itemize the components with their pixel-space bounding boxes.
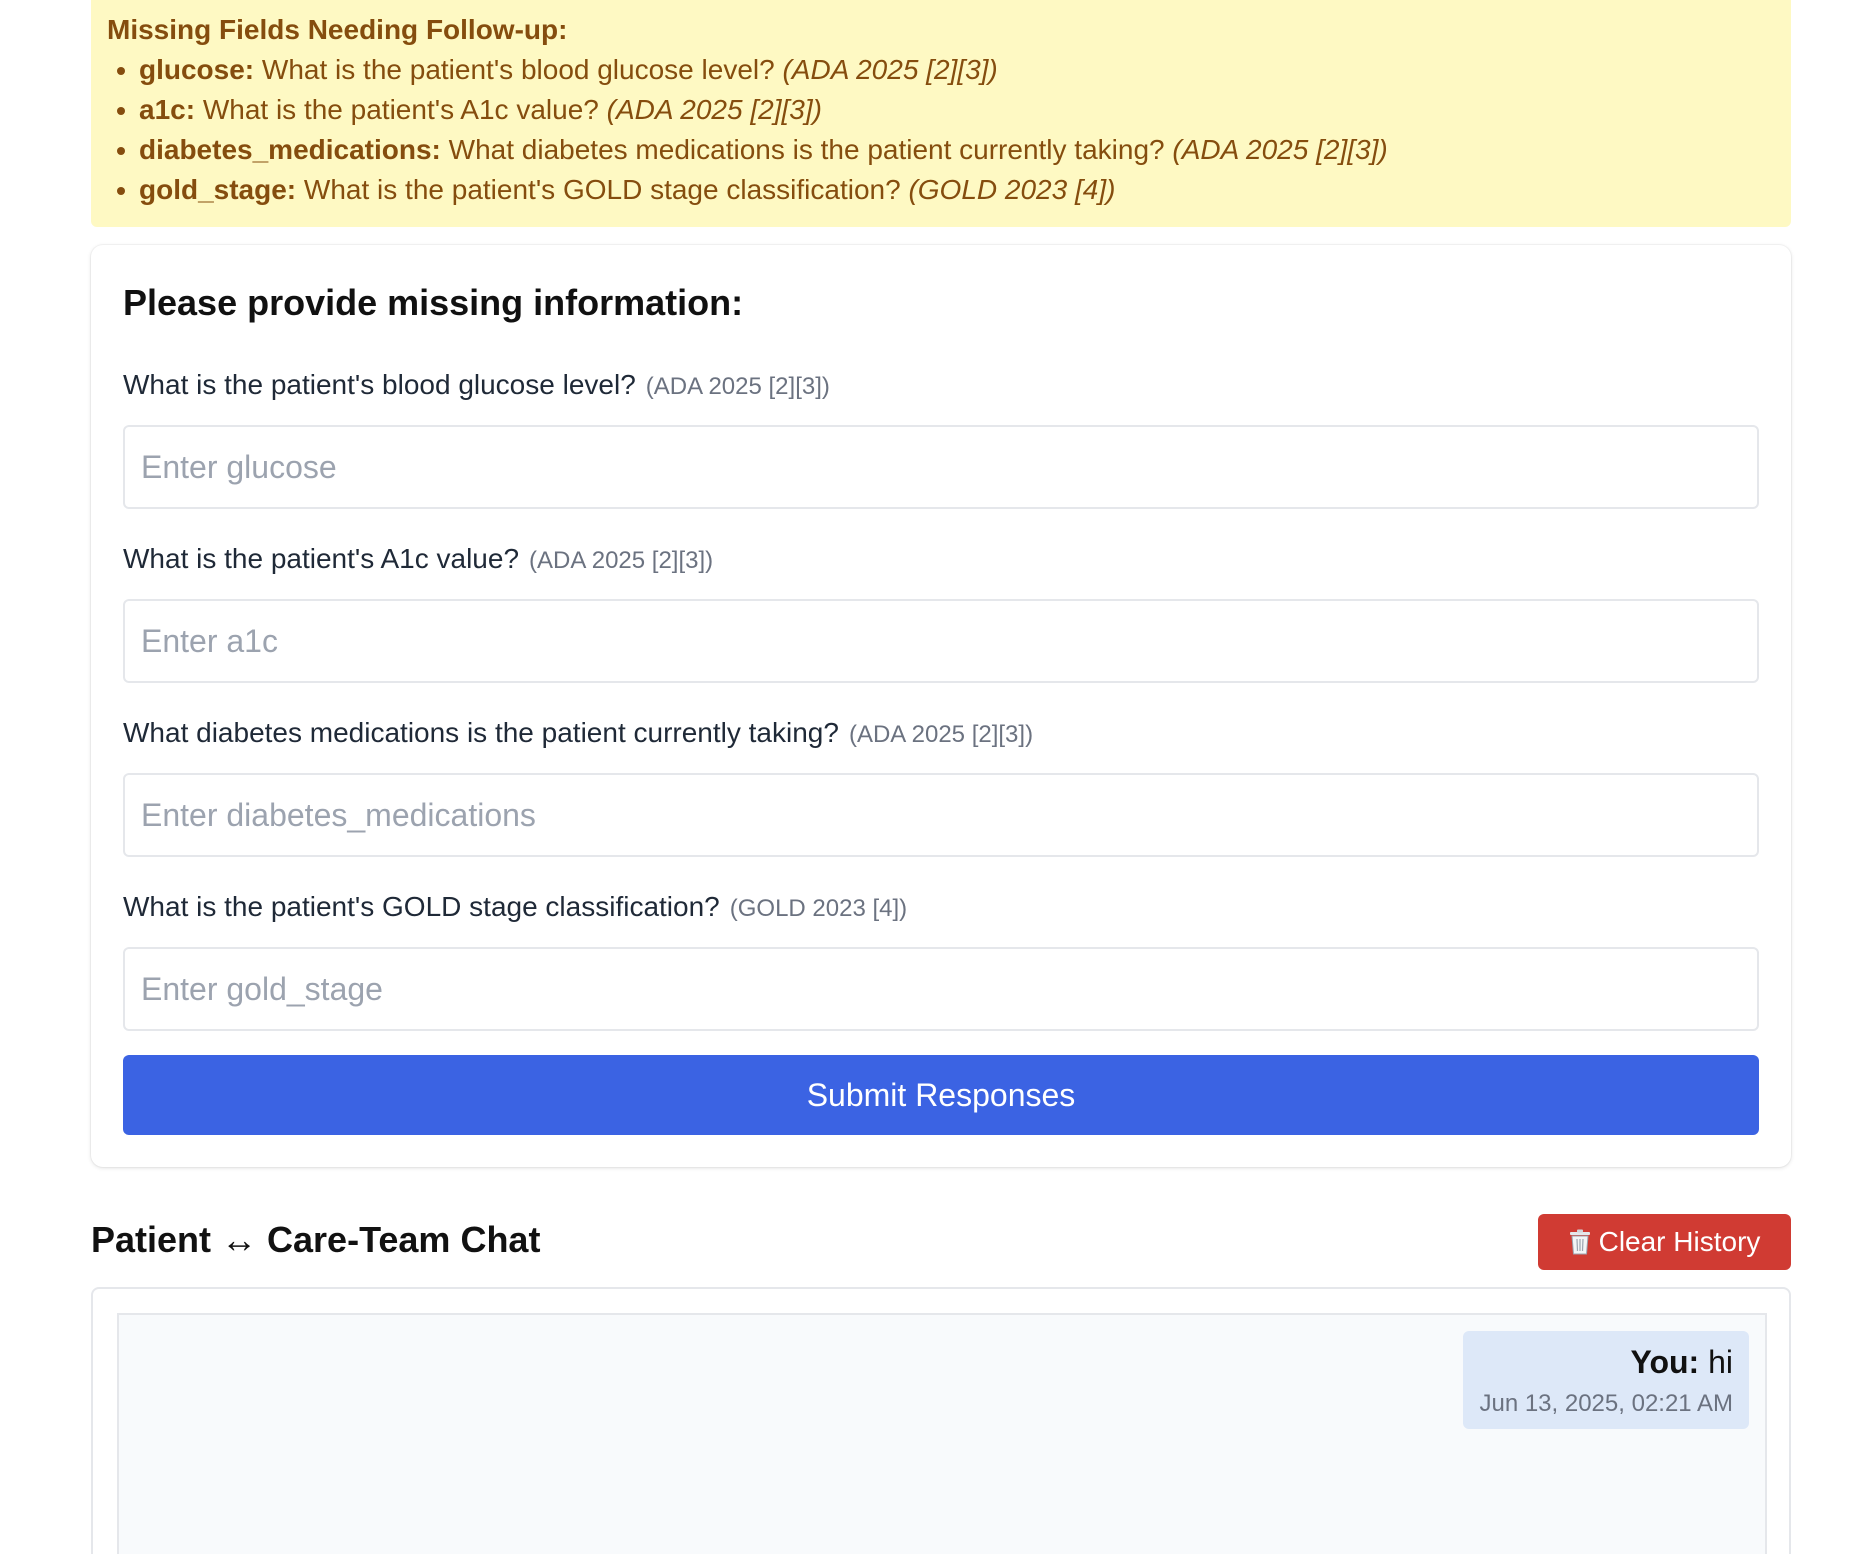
gold-stage-input[interactable]: [123, 947, 1759, 1031]
message-sender: You:: [1630, 1344, 1700, 1380]
gold-stage-field-group: What is the patient's GOLD stage classif…: [123, 889, 1759, 1031]
missing-field-citation: (ADA 2025 [2][3]): [606, 94, 822, 125]
chat-message-line: You: hi: [1479, 1341, 1733, 1383]
diabetes-medications-field-group: What diabetes medications is the patient…: [123, 715, 1759, 857]
missing-field-key: a1c:: [139, 94, 196, 125]
missing-field-citation: (ADA 2025 [2][3]): [1172, 134, 1388, 165]
missing-field-question: What diabetes medications is the patient…: [448, 134, 1165, 165]
field-label-text: What is the patient's A1c value?: [123, 543, 520, 574]
clear-history-button[interactable]: Clear History: [1538, 1214, 1791, 1270]
missing-field-key: diabetes_medications:: [139, 134, 441, 165]
missing-field-question: What is the patient's GOLD stage classif…: [303, 174, 901, 205]
trash-icon: [1569, 1229, 1591, 1255]
missing-info-form: Please provide missing information: What…: [91, 245, 1791, 1167]
clear-history-label: Clear History: [1598, 1226, 1761, 1257]
field-label-text: What is the patient's GOLD stage classif…: [123, 891, 720, 922]
chat-message-area[interactable]: You: hi Jun 13, 2025, 02:21 AM: [117, 1313, 1767, 1554]
missing-field-citation: (ADA 2025 [2][3]): [782, 54, 998, 85]
missing-field-question: What is the patient's A1c value?: [202, 94, 599, 125]
chat-message-bubble: You: hi Jun 13, 2025, 02:21 AM: [1463, 1331, 1749, 1429]
field-label-text: What is the patient's blood glucose leve…: [123, 369, 636, 400]
gold-stage-field-label: What is the patient's GOLD stage classif…: [123, 889, 1759, 927]
field-citation: (ADA 2025 [2][3]): [645, 373, 830, 400]
missing-field-item: diabetes_medications: What diabetes medi…: [117, 130, 1775, 170]
missing-field-item: a1c: What is the patient's A1c value? (A…: [117, 90, 1775, 130]
field-citation: (GOLD 2023 [4]): [729, 895, 908, 922]
chat-panel: You: hi Jun 13, 2025, 02:21 AM: [91, 1287, 1791, 1554]
message-text: hi: [1708, 1344, 1733, 1380]
missing-field-item: gold_stage: What is the patient's GOLD s…: [117, 170, 1775, 210]
missing-field-key: glucose:: [139, 54, 255, 85]
a1c-field-label: What is the patient's A1c value? (ADA 202…: [123, 541, 1759, 579]
glucose-field-group: What is the patient's blood glucose leve…: [123, 367, 1759, 509]
a1c-input[interactable]: [123, 599, 1759, 683]
missing-fields-title: Missing Fields Needing Follow-up:: [107, 14, 568, 45]
missing-field-question: What is the patient's blood glucose leve…: [261, 54, 775, 85]
missing-fields-list: glucose: What is the patient's blood glu…: [107, 50, 1775, 210]
glucose-field-label: What is the patient's blood glucose leve…: [123, 367, 1759, 405]
diabetes-medications-input[interactable]: [123, 773, 1759, 857]
form-title: Please provide missing information:: [123, 282, 744, 323]
message-timestamp: Jun 13, 2025, 02:21 AM: [1479, 1390, 1733, 1417]
field-label-text: What diabetes medications is the patient…: [123, 717, 839, 748]
chat-title: Patient ↔ Care-Team Chat: [91, 1219, 541, 1260]
field-citation: (ADA 2025 [2][3]): [529, 547, 714, 574]
a1c-field-group: What is the patient's A1c value? (ADA 202…: [123, 541, 1759, 683]
submit-responses-button[interactable]: Submit Responses: [123, 1055, 1759, 1135]
diabetes-medications-field-label: What diabetes medications is the patient…: [123, 715, 1759, 753]
missing-field-key: gold_stage:: [139, 174, 297, 205]
field-citation: (ADA 2025 [2][3]): [848, 721, 1034, 748]
missing-field-item: glucose: What is the patient's blood glu…: [117, 50, 1775, 90]
missing-field-citation: (GOLD 2023 [4]): [908, 174, 1116, 205]
glucose-input[interactable]: [123, 425, 1759, 509]
missing-fields-banner: Missing Fields Needing Follow-up: glucos…: [91, 0, 1791, 227]
page: Missing Fields Needing Follow-up: glucos…: [0, 0, 1866, 1554]
